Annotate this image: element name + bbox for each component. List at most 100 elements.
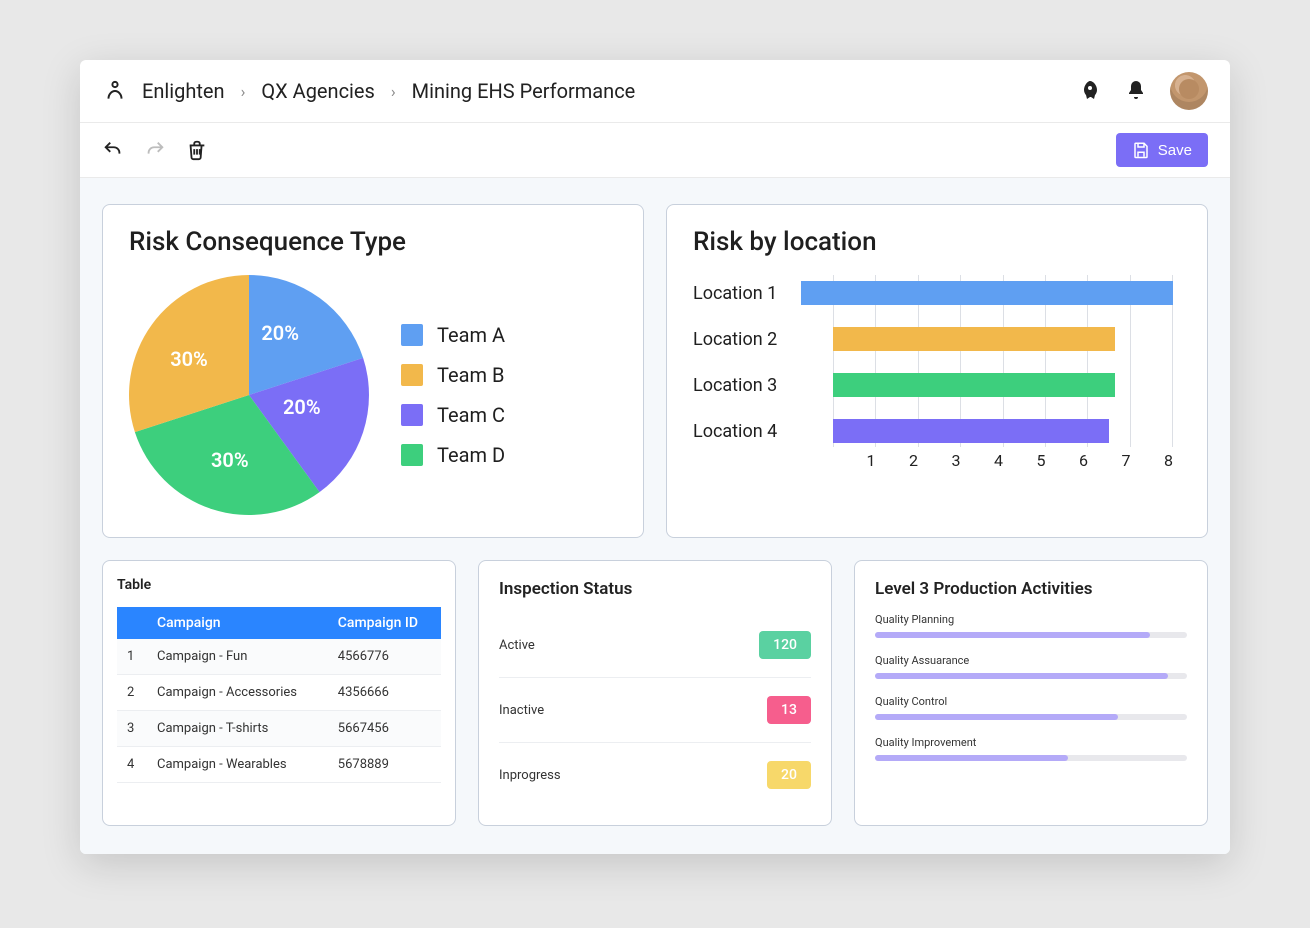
- breadcrumb-level2[interactable]: Mining EHS Performance: [412, 79, 636, 103]
- bar-label: Location 1: [693, 283, 801, 304]
- legend-item: Team C: [401, 403, 505, 427]
- production-item: Quality Planning: [875, 613, 1187, 638]
- inspection-label: Inprogress: [499, 768, 561, 783]
- col-header: Campaign ID: [328, 607, 441, 639]
- bar-row: Location 3: [693, 373, 1173, 397]
- panel-risk-location: Risk by location Location 1 Location 2: [666, 204, 1208, 538]
- bar-fill: [833, 419, 1109, 443]
- cell-id: 4356666: [328, 675, 441, 711]
- tick: 1: [833, 451, 876, 475]
- production-item: Quality Assuarance: [875, 654, 1187, 679]
- inspection-label: Inactive: [499, 703, 544, 718]
- cell-index: 2: [117, 675, 147, 711]
- legend-item: Team B: [401, 363, 505, 387]
- app-frame: Enlighten › QX Agencies › Mining EHS Per…: [80, 60, 1230, 854]
- save-button-label: Save: [1158, 142, 1192, 159]
- bar-label: Location 2: [693, 329, 833, 350]
- breadcrumb-root[interactable]: Enlighten: [142, 79, 225, 103]
- production-label: Quality Improvement: [875, 736, 1187, 749]
- progress-fill: [875, 714, 1118, 720]
- progress-fill: [875, 673, 1168, 679]
- production-label: Quality Planning: [875, 613, 1187, 626]
- redo-icon: [144, 139, 166, 161]
- pie-wrap: 20% 30% 20% 30% Team A Team B: [129, 275, 617, 515]
- cell-index: 4: [117, 747, 147, 783]
- content: Risk Consequence Type 20% 30% 20%: [80, 178, 1230, 854]
- undo-icon[interactable]: [102, 139, 124, 161]
- panel-title: Level 3 Production Activities: [875, 579, 1187, 599]
- bar-fill: [801, 281, 1173, 305]
- inspection-row: Inprogress20: [499, 743, 811, 807]
- panel-inspection: Inspection Status Active120 Inactive 13 Inp…: [478, 560, 832, 826]
- bar-chart: Location 1 Location 2 Location 3 Locatio…: [693, 275, 1181, 475]
- legend-swatch: [401, 444, 423, 466]
- inspection-badge: 13: [767, 696, 811, 724]
- app-logo-icon: [102, 78, 128, 104]
- pie-chart: 20% 30% 20% 30%: [129, 275, 369, 515]
- legend-label: Team D: [437, 443, 505, 467]
- table-row[interactable]: 3Campaign - T-shirts5667456: [117, 711, 441, 747]
- bar-row: Location 1: [693, 281, 1173, 305]
- cell-campaign: Campaign - Fun: [147, 639, 328, 675]
- progress-bar: [875, 673, 1187, 679]
- inspection-row: Inactive 13: [499, 678, 811, 743]
- legend-item: Team D: [401, 443, 505, 467]
- bell-icon[interactable]: [1124, 79, 1148, 103]
- cell-campaign: Campaign - Wearables: [147, 747, 328, 783]
- bar-label: Location 3: [693, 375, 833, 396]
- tick: 5: [1003, 451, 1046, 475]
- toolbar: Save: [80, 123, 1230, 178]
- production-item: Quality Improvement: [875, 736, 1187, 761]
- col-header: Campaign: [147, 607, 328, 639]
- cell-index: 1: [117, 639, 147, 675]
- legend-label: Team C: [437, 403, 505, 427]
- panel-title: Table: [117, 577, 441, 593]
- tick: 4: [961, 451, 1004, 475]
- rocket-icon[interactable]: [1078, 79, 1102, 103]
- tick: 2: [876, 451, 919, 475]
- campaign-table: Campaign Campaign ID 1Campaign - Fun4566…: [117, 607, 441, 783]
- legend-swatch: [401, 324, 423, 346]
- panel-title: Risk by location: [693, 227, 1181, 257]
- col-header: [117, 607, 147, 639]
- legend-label: Team B: [437, 363, 504, 387]
- bar-row: Location 4: [693, 419, 1173, 443]
- progress-fill: [875, 755, 1068, 761]
- legend-swatch: [401, 364, 423, 386]
- progress-bar: [875, 632, 1187, 638]
- tick: 3: [918, 451, 961, 475]
- panel-table: Table Campaign Campaign ID 1Campaign - F…: [102, 560, 456, 826]
- bar-fill: [833, 327, 1115, 351]
- row-1: Risk Consequence Type 20% 30% 20%: [102, 204, 1208, 538]
- bar-label: Location 4: [693, 421, 833, 442]
- table-row[interactable]: 4Campaign - Wearables5678889: [117, 747, 441, 783]
- cell-id: 5678889: [328, 747, 441, 783]
- panel-risk-consequence: Risk Consequence Type 20% 30% 20%: [102, 204, 644, 538]
- tick: 7: [1088, 451, 1131, 475]
- panel-title: Inspection Status: [499, 579, 811, 599]
- avatar[interactable]: [1170, 72, 1208, 110]
- save-button[interactable]: Save: [1116, 133, 1208, 167]
- trash-icon[interactable]: [186, 139, 208, 161]
- bar-axis: 1 2 3 4 5 6 7 8: [833, 451, 1173, 475]
- legend-label: Team A: [437, 323, 505, 347]
- table-header-row: Campaign Campaign ID: [117, 607, 441, 639]
- production-list: Quality Planning Quality Assuarance Qualit…: [875, 613, 1187, 761]
- table-row[interactable]: 1Campaign - Fun4566776: [117, 639, 441, 675]
- pie-label-b: 30%: [170, 347, 208, 371]
- cell-campaign: Campaign - Accessories: [147, 675, 328, 711]
- pie-label-a: 20%: [261, 321, 299, 345]
- save-icon: [1132, 141, 1150, 159]
- row-2: Table Campaign Campaign ID 1Campaign - F…: [102, 560, 1208, 826]
- pie-legend: Team A Team B Team C Team D: [401, 323, 505, 467]
- cell-id: 4566776: [328, 639, 441, 675]
- chevron-right-icon: ›: [241, 82, 246, 101]
- tick: 6: [1046, 451, 1089, 475]
- production-label: Quality Control: [875, 695, 1187, 708]
- production-label: Quality Assuarance: [875, 654, 1187, 667]
- breadcrumb-level1[interactable]: QX Agencies: [261, 79, 374, 103]
- progress-bar: [875, 755, 1187, 761]
- topbar-right: [1078, 72, 1208, 110]
- inspection-row: Active120: [499, 613, 811, 678]
- table-row[interactable]: 2Campaign - Accessories4356666: [117, 675, 441, 711]
